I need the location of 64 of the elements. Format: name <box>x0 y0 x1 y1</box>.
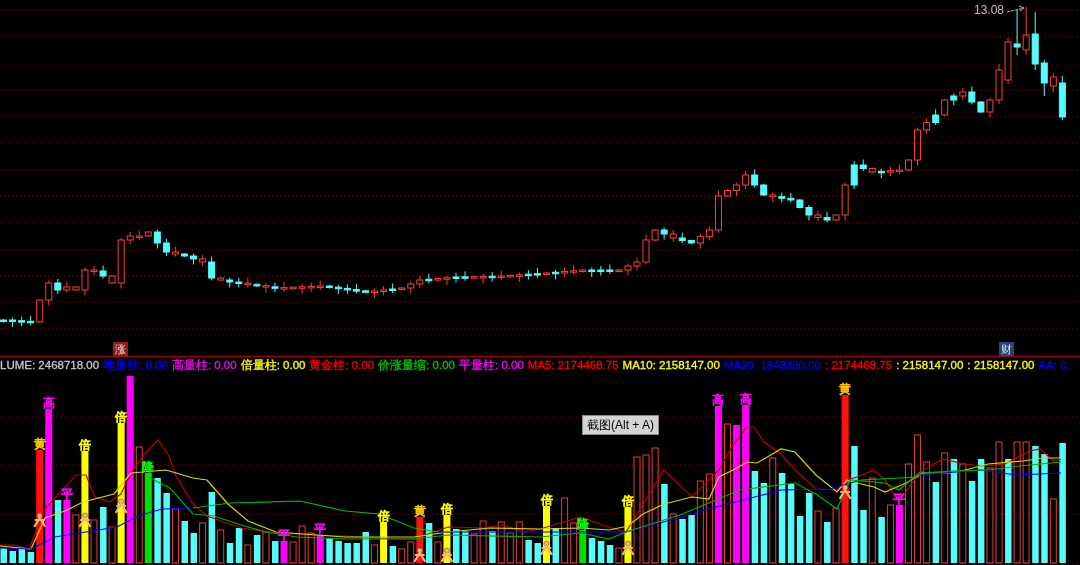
indicator-value: : 2158147.00 <box>896 359 964 372</box>
tooltip: 截图(Alt + A) <box>582 415 659 435</box>
bar-label: 平 <box>60 487 73 501</box>
bar-label: 倍 <box>115 410 128 424</box>
indicator-value: : 2158147.00 <box>967 359 1035 372</box>
indicator-value: 高量柱: 0.00 <box>171 359 237 372</box>
volume-bar <box>335 541 342 563</box>
volume-bar <box>344 543 351 563</box>
highlighted-volume-bar <box>380 522 388 563</box>
highlighted-volume-bar <box>543 506 550 563</box>
bar-label: 倍 <box>621 494 634 508</box>
bar-label: 黄 <box>839 382 852 396</box>
volume-bar <box>181 521 188 563</box>
volume-bar <box>679 519 686 563</box>
indicator-value: 地量柱: 0.00 <box>103 359 168 372</box>
bar-label: 高 <box>739 392 752 406</box>
volume-bar <box>525 540 532 563</box>
volume-bar <box>353 543 360 563</box>
bar-label: 平 <box>314 522 327 536</box>
bar-label: 黄 <box>413 504 426 518</box>
person-icon <box>540 540 553 556</box>
volume-bar <box>453 529 460 563</box>
indicator-value: MA10: 2158147.00 <box>622 359 720 372</box>
highlighted-volume-bar <box>63 500 71 563</box>
highlighted-volume-bar <box>895 505 903 563</box>
highlighted-volume-bar <box>280 541 288 563</box>
volume-bar <box>0 548 7 563</box>
event-badge[interactable]: 涨 <box>113 342 128 356</box>
volume-bar <box>54 500 62 563</box>
indicator-value: 平量柱: 0.00 <box>459 359 524 372</box>
indicator-value: 价涨量缩: 0.00 <box>378 359 455 372</box>
person-icon <box>78 512 92 528</box>
indicator-value: 黄金柱: 0.00 <box>309 359 375 372</box>
person-icon <box>413 547 426 563</box>
highlighted-volume-bar <box>624 507 632 563</box>
bar-label: 倍 <box>78 438 91 452</box>
bar-label: 倍 <box>540 493 553 507</box>
indicator-value: : 2174468.75 <box>825 359 893 372</box>
bar-label: 高 <box>712 393 725 407</box>
person-icon <box>621 540 635 556</box>
person-icon <box>33 512 46 528</box>
person-icon <box>115 498 128 514</box>
indicator-value: MA5: 2174468.75 <box>527 359 619 372</box>
pointer-arrow <box>1006 5 1025 13</box>
volume-bar <box>90 519 98 564</box>
high-price-label: 13.08 <box>974 3 1005 17</box>
bar-label: 高 <box>42 396 55 410</box>
person-icon <box>440 547 454 563</box>
person-icon <box>839 484 852 500</box>
volume-bar <box>326 538 333 563</box>
indicator-value: AA: 0. <box>1038 359 1070 372</box>
bar-label: 倍 <box>440 502 453 516</box>
indicator-value: MA30: 1843380.00 <box>723 359 821 372</box>
bar-label: 降 <box>576 517 589 531</box>
volume-bar <box>362 532 369 563</box>
volume-bar <box>371 544 379 564</box>
volume-bar <box>272 541 279 563</box>
indicator-value: 倍量柱: 0.00 <box>240 359 306 372</box>
volume-bar <box>534 543 541 563</box>
highlighted-volume-bar <box>316 535 324 563</box>
volume-bar <box>72 514 80 564</box>
highlighted-volume-bar <box>579 530 587 563</box>
indicator-value: LUME: 2468718.00 <box>0 359 100 372</box>
event-badge[interactable]: 财 <box>999 342 1014 356</box>
